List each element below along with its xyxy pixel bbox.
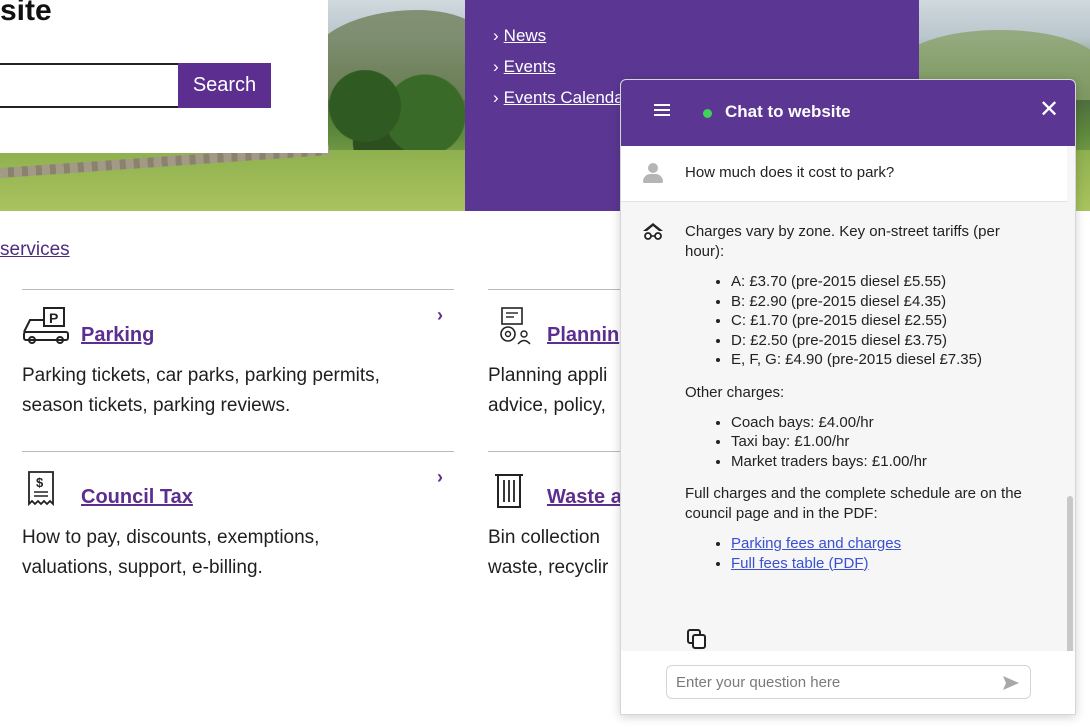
planning-icon	[500, 307, 531, 345]
full-fees-pdf-link[interactable]: Full fees table (PDF)	[731, 555, 869, 572]
chevron-right-icon[interactable]: ›	[437, 467, 443, 488]
online-status-dot	[703, 109, 712, 118]
parking-car-icon: P	[23, 307, 69, 344]
tariff-list: A: £3.70 (pre-2015 diesel £5.55) B: £2.9…	[685, 272, 1041, 370]
chat-widget: Chat to website ✕ How much does it cost …	[620, 79, 1076, 715]
service-description: Bin collection waste, recyclir	[488, 523, 620, 583]
quick-link-label: News	[503, 26, 547, 45]
other-charges-list: Coach bays: £4.00/hr Taxi bay: £1.00/hr …	[685, 413, 1041, 472]
parking-fees-link[interactable]: Parking fees and charges	[731, 535, 901, 552]
list-item: Full fees table (PDF)	[731, 554, 1041, 574]
list-item: E, F, G: £4.90 (pre-2015 diesel £7.35)	[731, 350, 1041, 370]
list-item: Taxi bay: £1.00/hr	[731, 432, 1041, 452]
desc-line: waste, recyclir	[488, 557, 609, 578]
service-card-council-tax[interactable]: $ Council Tax How to pay, discounts, exe…	[22, 451, 454, 591]
search-card: site Search	[0, 0, 328, 153]
full-charges-text: Full charges and the complete schedule a…	[685, 485, 1022, 522]
desc-line: advice, policy,	[488, 395, 606, 416]
copy-icon[interactable]	[687, 629, 707, 649]
list-item: D: £2.50 (pre-2015 diesel £3.75)	[731, 331, 1041, 351]
chat-input-placeholder: Enter your question here	[676, 674, 841, 691]
desc-line: Planning appli	[488, 365, 608, 386]
chat-footer: Enter your question here	[621, 651, 1075, 714]
chat-header: Chat to website ✕	[621, 80, 1075, 146]
send-icon[interactable]	[1002, 675, 1020, 691]
user-avatar-icon	[641, 162, 665, 186]
service-title[interactable]: Waste a	[547, 486, 622, 509]
bin-icon	[495, 474, 523, 508]
service-description: Planning appli advice, policy,	[488, 361, 620, 421]
all-services-link[interactable]: services	[0, 239, 70, 261]
other-charges-heading: Other charges:	[685, 383, 785, 401]
service-description: Parking tickets, car parks, parking perm…	[22, 361, 454, 421]
service-title[interactable]: Plannin	[547, 324, 619, 347]
list-item: B: £2.90 (pre-2015 diesel £4.35)	[731, 292, 1041, 312]
chat-question-input[interactable]: Enter your question here	[666, 665, 1031, 699]
hamburger-menu-icon[interactable]	[654, 104, 670, 118]
service-description: How to pay, discounts, exemptions, valua…	[22, 523, 454, 583]
links-list: Parking fees and charges Full fees table…	[685, 534, 1041, 573]
hero-trees	[320, 70, 470, 160]
desc-line: season tickets, parking reviews.	[22, 395, 291, 416]
service-title[interactable]: Parking	[81, 324, 154, 347]
chevron-right-icon: ›	[493, 26, 499, 45]
list-item: Coach bays: £4.00/hr	[731, 413, 1041, 433]
desc-line: valuations, support, e-billing.	[22, 557, 263, 578]
service-card-waste[interactable]: Waste a Bin collection waste, recyclir	[488, 451, 622, 591]
quick-link-news[interactable]: › News	[493, 26, 919, 57]
site-title: site	[0, 0, 52, 27]
user-message: How much does it cost to park?	[621, 146, 1067, 202]
desc-line: Parking tickets, car parks, parking perm…	[22, 365, 380, 386]
search-button[interactable]: Search	[178, 63, 271, 108]
chevron-right-icon: ›	[493, 88, 499, 107]
user-message-text: How much does it cost to park?	[685, 164, 895, 181]
divider	[22, 289, 454, 290]
service-title[interactable]: Council Tax	[81, 486, 193, 509]
service-card-parking[interactable]: P Parking Parking tickets, car parks, pa…	[22, 289, 454, 429]
svg-text:$: $	[36, 475, 44, 490]
bot-message: Charges vary by zone. Key on-street tari…	[685, 222, 1041, 586]
bot-avatar-icon	[643, 223, 663, 240]
divider	[488, 289, 620, 290]
desc-line: How to pay, discounts, exemptions,	[22, 527, 320, 548]
list-item: Market traders bays: £1.00/hr	[731, 452, 1041, 472]
close-icon[interactable]: ✕	[1039, 98, 1059, 122]
quick-link-label: Events	[503, 57, 556, 76]
divider	[22, 451, 454, 452]
divider	[488, 451, 620, 452]
list-item: C: £1.70 (pre-2015 diesel £2.55)	[731, 311, 1041, 331]
svg-text:P: P	[49, 310, 58, 326]
receipt-icon: $	[28, 471, 54, 507]
service-card-planning[interactable]: Plannin Planning appli advice, policy,	[488, 289, 620, 429]
chevron-right-icon: ›	[493, 57, 499, 76]
chevron-right-icon[interactable]: ›	[437, 305, 443, 326]
chat-messages: How much does it cost to park? Charges v…	[621, 146, 1075, 706]
list-item: A: £3.70 (pre-2015 diesel £5.55)	[731, 272, 1041, 292]
quick-link-label: Events Calenda	[503, 88, 624, 107]
list-item: Parking fees and charges	[731, 534, 1041, 554]
search-input[interactable]	[0, 63, 180, 108]
bot-intro-text: Charges vary by zone. Key on-street tari…	[685, 223, 1000, 260]
chat-title: Chat to website	[725, 102, 851, 121]
desc-line: Bin collection	[488, 527, 600, 548]
